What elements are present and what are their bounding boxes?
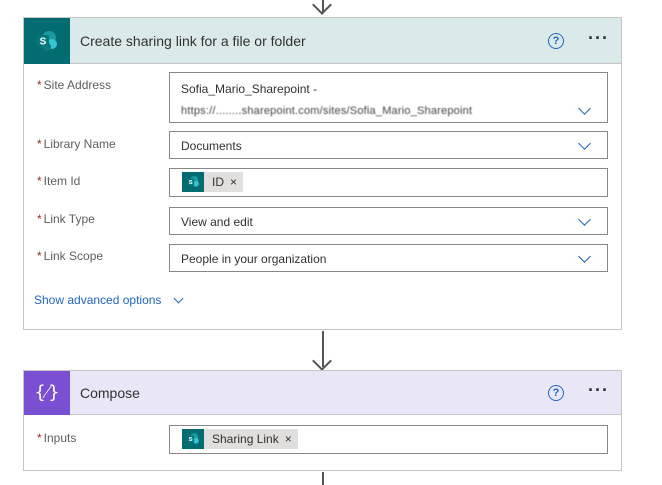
required-marker: * — [37, 137, 42, 151]
chevron-down-icon[interactable] — [578, 250, 591, 263]
sharepoint-icon: S — [24, 17, 70, 64]
item-id-label: * Item Id — [37, 174, 81, 188]
token-label: Sharing Link — [212, 432, 279, 446]
svg-text:S: S — [189, 437, 193, 443]
top-connector-arrow — [312, 0, 332, 15]
link-scope-dropdown[interactable]: People in your organization — [169, 244, 608, 272]
compose-action-card: {⁄} Compose ? ··· * Inputs S Sharing Link… — [23, 370, 622, 471]
dynamic-content-token-sharing-link[interactable]: S Sharing Link × — [182, 429, 298, 449]
required-marker: * — [37, 78, 42, 92]
sharepoint-action-title: Create sharing link for a file or folder — [80, 32, 306, 49]
middle-connector-arrow — [312, 351, 332, 371]
link-scope-row: * Link Scope People in your organization — [24, 244, 621, 272]
site-address-label: * Site Address — [37, 78, 112, 92]
site-address-row: * Site Address Sofia_Mario_Sharepoint - h… — [24, 72, 621, 124]
compose-action-header[interactable]: {⁄} Compose ? ··· — [24, 370, 621, 415]
link-type-row: * Link Type View and edit — [24, 207, 621, 235]
bottom-connector-line — [322, 472, 324, 485]
chevron-down-icon[interactable] — [578, 102, 591, 115]
link-type-label: * Link Type — [37, 212, 95, 226]
show-advanced-options-link[interactable]: Show advanced options — [34, 293, 184, 307]
token-label: ID — [212, 175, 224, 189]
library-name-row: * Library Name Documents — [24, 131, 621, 159]
link-type-dropdown[interactable]: View and edit — [169, 207, 608, 235]
library-name-value: Documents — [181, 139, 242, 153]
help-icon[interactable]: ? — [548, 384, 565, 401]
chevron-down-icon[interactable] — [578, 213, 591, 226]
help-icon[interactable]: ? — [548, 32, 565, 49]
remove-token-icon[interactable]: × — [285, 432, 292, 446]
link-scope-value: People in your organization — [181, 252, 327, 266]
remove-token-icon[interactable]: × — [230, 175, 237, 189]
svg-text:S: S — [189, 180, 193, 186]
sharepoint-icon: S — [182, 172, 204, 192]
required-marker: * — [37, 174, 42, 188]
more-options-icon[interactable]: ··· — [588, 381, 609, 401]
more-options-icon[interactable]: ··· — [588, 29, 609, 49]
sharepoint-action-card: S Create sharing link for a file or fold… — [23, 17, 622, 330]
dynamic-content-token-id[interactable]: S ID × — [182, 172, 244, 192]
chevron-down-icon — [173, 293, 184, 303]
required-marker: * — [37, 212, 42, 226]
inputs-row: * Inputs S Sharing Link × — [24, 425, 621, 454]
svg-text:S: S — [40, 36, 47, 47]
inputs-label: * Inputs — [37, 431, 77, 445]
site-address-dropdown[interactable]: Sofia_Mario_Sharepoint - https://.......… — [169, 72, 608, 123]
chevron-down-icon[interactable] — [578, 137, 591, 150]
required-marker: * — [37, 431, 42, 445]
link-scope-label: * Link Scope — [37, 249, 104, 263]
site-address-value: Sofia_Mario_Sharepoint - — [181, 82, 318, 96]
required-marker: * — [37, 249, 42, 263]
site-address-url: https://........sharepoint.com/sites/Sof… — [181, 105, 473, 117]
library-name-dropdown[interactable]: Documents — [169, 131, 608, 159]
sharepoint-action-header[interactable]: S Create sharing link for a file or fold… — [24, 17, 621, 64]
link-type-value: View and edit — [181, 215, 253, 229]
compose-icon: {⁄} — [24, 370, 70, 415]
item-id-row: * Item Id S ID × — [24, 168, 621, 197]
library-name-label: * Library Name — [37, 137, 116, 151]
compose-action-title: Compose — [80, 384, 140, 401]
sharepoint-icon: S — [182, 429, 204, 449]
inputs-field[interactable]: S Sharing Link × — [169, 425, 608, 454]
item-id-input[interactable]: S ID × — [169, 168, 608, 197]
